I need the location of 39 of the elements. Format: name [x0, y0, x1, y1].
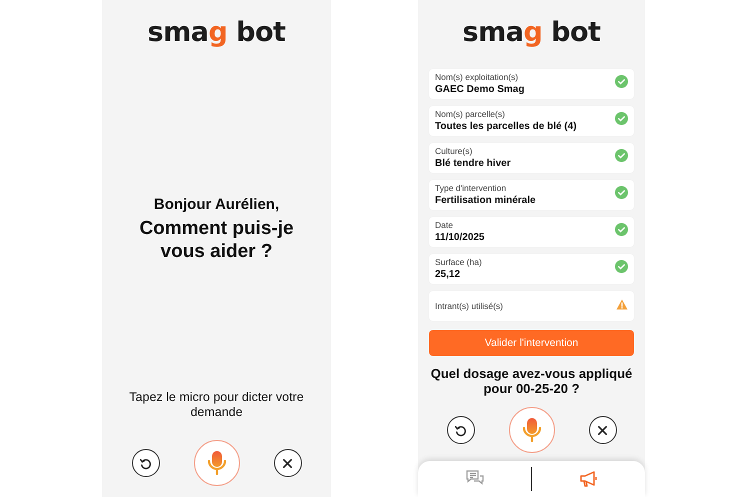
form-field[interactable]: Intrant(s) utilisé(s) [429, 291, 634, 321]
close-icon [282, 458, 293, 468]
reset-button[interactable] [132, 449, 160, 477]
question-text: Quel dosage avez-vous appliqué pour 00-25-20 ? [430, 366, 634, 396]
field-value: Fertilisation minérale [435, 194, 537, 207]
field-value: Toutes les parcelles de blé (4) [435, 120, 578, 133]
close-icon [597, 424, 608, 436]
field-value: GAEC Demo Smag [435, 83, 526, 96]
undo-icon [139, 456, 152, 470]
form-field[interactable]: Nom(s) parcelle(s) Toutes les parcelles de blé (4) [429, 106, 634, 136]
close-button[interactable] [588, 416, 616, 444]
field-value: Blé tendre hiver [435, 157, 512, 170]
field-value: 11/10/2025 [435, 231, 486, 244]
field-label: Nom(s) exploitation(s) [435, 72, 520, 83]
field-label: Date [435, 220, 454, 231]
reset-button[interactable] [446, 416, 474, 444]
field-label: Type d'intervention [435, 183, 508, 194]
instruction-text: Tapez le micro pour dicter votre demande [128, 390, 305, 420]
form-field[interactable]: Surface (ha) 25,12 [429, 254, 634, 284]
field-label: Intrant(s) utilisé(s) [435, 300, 504, 312]
form-field[interactable]: Type d'intervention Fertilisation minérale [429, 180, 634, 210]
greeting: Bonjour Aurélien, [152, 196, 280, 213]
smag-bot-logo: smag bot [462, 17, 600, 48]
microphone-button[interactable] [508, 407, 554, 453]
field-label: Surface (ha) [435, 257, 483, 268]
field-label: Nom(s) parcelle(s) [435, 109, 506, 120]
undo-icon [454, 424, 467, 436]
microphone-icon [522, 417, 542, 443]
headline: Comment puis-je vous aider ? [138, 217, 295, 263]
form-field[interactable]: Nom(s) exploitation(s) GAEC Demo Smag [429, 69, 634, 99]
megaphone-icon [578, 470, 598, 488]
field-value: 25,12 [435, 268, 462, 281]
microphone-button[interactable] [194, 440, 240, 486]
close-button[interactable] [274, 449, 302, 477]
microphone-icon [206, 450, 226, 476]
field-label: Culture(s) [435, 146, 474, 157]
form-field[interactable]: Date 11/10/2025 [429, 217, 634, 247]
smag-bot-logo: smag bot [148, 17, 286, 48]
form-field[interactable]: Culture(s) Blé tendre hiver [429, 143, 634, 173]
